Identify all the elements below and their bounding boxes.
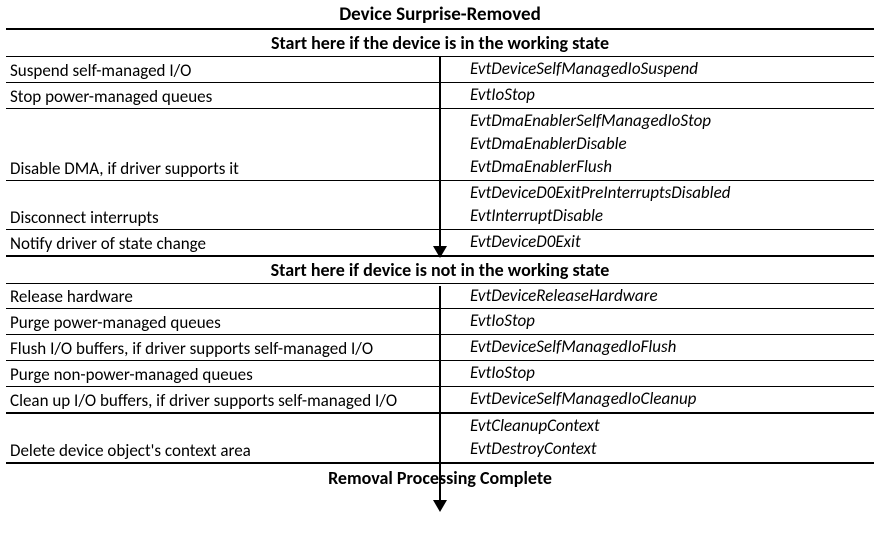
action-cell: Flush I/O buffers, if driver supports se…: [6, 335, 440, 360]
callback-cell: EvtDeviceD0Exit: [440, 230, 874, 255]
callback-name: EvtIoStop: [470, 362, 870, 385]
callback-cell: EvtIoStop: [440, 309, 874, 334]
callback-name: EvtDeviceSelfManagedIoSuspend: [470, 58, 870, 81]
section1-header: Start here if the device is in the worki…: [6, 28, 874, 56]
action-cell: Clean up I/O buffers, if driver supports…: [6, 387, 440, 412]
callback-name: EvtIoStop: [470, 310, 870, 333]
action-cell: Disable DMA, if driver supports it: [6, 109, 440, 180]
diagram-title: Device Surprise-Removed: [6, 2, 874, 28]
arrow-down-icon: [433, 246, 447, 258]
callback-name: EvtDmaEnablerFlush: [470, 156, 870, 179]
action-cell: Disconnect interrupts: [6, 181, 440, 229]
callback-name: EvtIoStop: [470, 84, 870, 107]
callback-cell: EvtDeviceSelfManagedIoFlush: [440, 335, 874, 360]
callback-cell: EvtDeviceD0ExitPreInterruptsDisabled Evt…: [440, 181, 874, 229]
action-cell: Stop power-managed queues: [6, 83, 440, 108]
callback-name: EvtDmaEnablerDisable: [470, 133, 870, 156]
callback-name: EvtDestroyContext: [470, 438, 870, 461]
callback-name: EvtDeviceSelfManagedIoCleanup: [470, 388, 870, 411]
section2-header: Start here if device is not in the worki…: [6, 255, 874, 283]
callback-cell: EvtCleanupContext EvtDestroyContext: [440, 414, 874, 462]
callback-name: EvtDeviceSelfManagedIoFlush: [470, 336, 870, 359]
callback-name: EvtDeviceD0Exit: [470, 231, 870, 254]
callback-name: EvtCleanupContext: [470, 415, 870, 438]
action-cell: Delete device object's context area: [6, 414, 440, 462]
callback-name: EvtInterruptDisable: [470, 205, 870, 228]
action-cell: Suspend self-managed I/O: [6, 57, 440, 82]
callback-cell: EvtDeviceSelfManagedIoSuspend: [440, 57, 874, 82]
flow-arrow-line: [439, 56, 441, 248]
callback-name: EvtDeviceD0ExitPreInterruptsDisabled: [470, 182, 870, 205]
arrow-down-icon: [433, 500, 447, 512]
callback-name: EvtDeviceReleaseHardware: [470, 285, 870, 308]
callback-cell: EvtIoStop: [440, 83, 874, 108]
callback-cell: EvtDeviceReleaseHardware: [440, 284, 874, 309]
callback-name: EvtDmaEnablerSelfManagedIoStop: [470, 110, 870, 133]
callback-cell: EvtDeviceSelfManagedIoCleanup: [440, 387, 874, 412]
callback-cell: EvtIoStop: [440, 361, 874, 386]
flow-arrow-line: [439, 286, 441, 502]
action-cell: Purge power-managed queues: [6, 309, 440, 334]
action-cell: Purge non-power-managed queues: [6, 361, 440, 386]
action-cell: Release hardware: [6, 284, 440, 309]
callback-cell: EvtDmaEnablerSelfManagedIoStop EvtDmaEna…: [440, 109, 874, 180]
action-cell: Notify driver of state change: [6, 230, 440, 255]
